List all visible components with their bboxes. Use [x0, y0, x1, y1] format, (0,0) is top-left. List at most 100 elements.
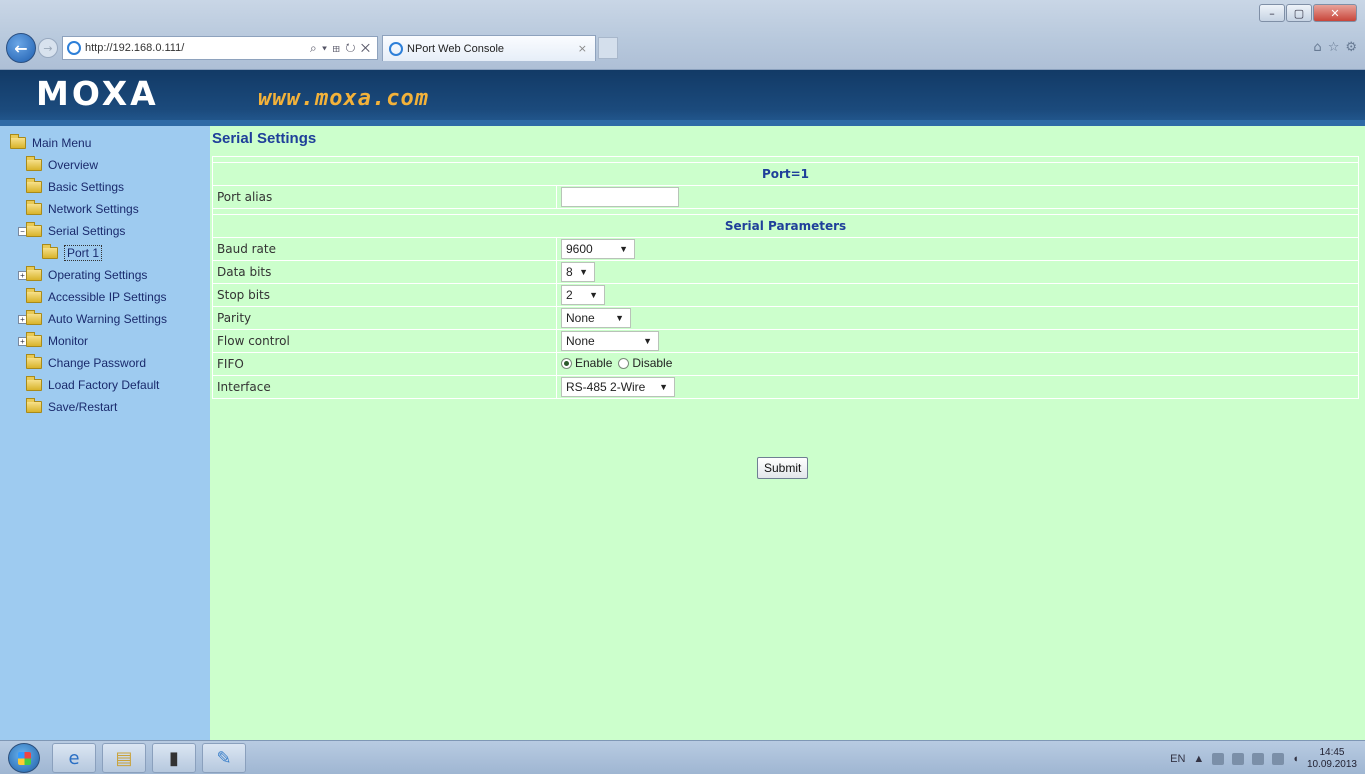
clock[interactable]: 14:45 10.09.2013 [1307, 747, 1357, 771]
menu-label: Change Password [48, 356, 147, 370]
menu-accessible-ip-settings[interactable]: Accessible IP Settings [8, 286, 210, 308]
browser-toolbar-icons: ⌂ ☆ ⚙ [1313, 40, 1357, 55]
dropdown-arrow-icon: ▼ [659, 382, 668, 392]
close-button[interactable]: ✕ [1313, 4, 1357, 22]
stop-bits-label: Stop bits [212, 283, 557, 307]
menu-port-1[interactable]: Port 1 [8, 242, 210, 264]
menu-save-restart[interactable]: Save/Restart [8, 396, 210, 418]
address-url[interactable]: http://192.168.0.111/ [85, 42, 310, 54]
menu-basic-settings[interactable]: Basic Settings [8, 176, 210, 198]
port-alias-input[interactable] [561, 187, 679, 207]
stop-bits-select[interactable]: 2 ▼ [561, 285, 605, 305]
params-header-row: Serial Parameters [212, 214, 1359, 238]
menu-serial-settings[interactable]: − Serial Settings [8, 220, 210, 242]
port-alias-label: Port alias [212, 185, 557, 209]
data-bits-cell: 8 ▼ [556, 260, 1359, 284]
menu-overview[interactable]: Overview [8, 154, 210, 176]
device-icon[interactable] [1252, 753, 1265, 765]
folder-icon [26, 398, 42, 413]
dropdown-arrow-icon: ▼ [615, 313, 624, 323]
flag-icon[interactable] [1232, 753, 1245, 765]
fifo-enable-label[interactable]: Enable [575, 356, 612, 370]
back-button[interactable]: ← [6, 33, 36, 63]
language-indicator[interactable]: EN [1170, 753, 1185, 765]
parity-select[interactable]: None ▼ [561, 308, 631, 328]
baud-rate-row: Baud rate 9600 ▼ [212, 237, 1359, 261]
menu-label: Network Settings [48, 202, 139, 216]
flow-control-cell: None ▼ [556, 329, 1359, 353]
browser-chrome: – ▢ ✕ ← → http://192.168.0.111/ ⌕ ▾ ⊞ ↻ … [0, 0, 1365, 70]
dropdown-arrow-icon: ▼ [589, 290, 598, 300]
flow-control-row: Flow control None ▼ [212, 329, 1359, 353]
interface-select[interactable]: RS-485 2-Wire ▼ [561, 377, 675, 397]
address-tools[interactable]: ⌕ ▾ ⊞ ↻ ✕ [310, 41, 377, 56]
data-bits-select[interactable]: 8 ▼ [561, 262, 595, 282]
submit-button[interactable]: Submit [757, 457, 809, 479]
flow-control-select[interactable]: None ▼ [561, 331, 659, 351]
new-tab-button[interactable] [598, 37, 618, 59]
page-title: Serial Settings [212, 130, 317, 147]
parity-label: Parity [212, 306, 557, 330]
browser-tab[interactable]: NPort Web Console × [382, 35, 596, 61]
maximize-button[interactable]: ▢ [1286, 4, 1312, 22]
menu-label: Save/Restart [48, 400, 118, 414]
menu-network-settings[interactable]: Network Settings [8, 198, 210, 220]
fifo-enable-radio[interactable] [561, 357, 572, 369]
clock-time: 14:45 [1319, 747, 1345, 758]
data-bits-row: Data bits 8 ▼ [212, 260, 1359, 284]
paint-icon[interactable]: ✎ [202, 743, 246, 773]
fifo-label: FIFO [212, 352, 557, 376]
tab-close-icon[interactable]: × [578, 42, 595, 55]
folder-icon [26, 178, 42, 193]
fifo-row: FIFO Enable Disable [212, 352, 1359, 376]
moxa-logo: MOXA [36, 74, 159, 113]
interface-value: RS-485 2-Wire [566, 380, 646, 394]
fifo-disable-label[interactable]: Disable [632, 356, 672, 370]
internet-explorer-icon[interactable]: e [52, 743, 96, 773]
menu-load-factory-default[interactable]: Load Factory Default [8, 374, 210, 396]
baud-rate-select[interactable]: 9600 ▼ [561, 239, 635, 259]
minimize-button[interactable]: – [1259, 4, 1285, 22]
window-controls: – ▢ ✕ [1258, 4, 1357, 22]
address-bar[interactable]: http://192.168.0.111/ ⌕ ▾ ⊞ ↻ ✕ [62, 36, 378, 60]
app-icon[interactable]: ▮ [152, 743, 196, 773]
menu-label: Port 1 [64, 245, 103, 261]
dropdown-arrow-icon: ▼ [579, 267, 588, 277]
parity-value: None [566, 311, 595, 325]
main-menu-tree: Main Menu Overview Basic Settings Networ… [0, 126, 210, 740]
stop-bits-value: 2 [566, 288, 573, 302]
port-header-row: Port=1 [212, 162, 1359, 186]
tab-favicon-icon [389, 41, 403, 56]
baud-rate-cell: 9600 ▼ [556, 237, 1359, 261]
fifo-cell: Enable Disable [556, 352, 1359, 376]
web-page: MOXA www.moxa.com Main Menu Overview Bas… [0, 70, 1365, 740]
volume-icon[interactable]: ◖ [1292, 753, 1299, 765]
forward-button[interactable]: → [38, 38, 58, 58]
start-button[interactable] [8, 743, 40, 773]
file-explorer-icon[interactable]: ▤ [102, 743, 146, 773]
folder-icon [26, 354, 42, 369]
menu-change-password[interactable]: Change Password [8, 352, 210, 374]
fifo-disable-radio[interactable] [618, 357, 630, 369]
minimize-icon: – [1269, 6, 1275, 20]
home-icon[interactable]: ⌂ [1313, 40, 1321, 55]
menu-main[interactable]: Main Menu [8, 132, 210, 154]
interface-row: Interface RS-485 2-Wire ▼ [212, 375, 1359, 399]
system-tray: EN ▲ ◖ 14:45 10.09.2013 [1170, 747, 1357, 771]
folder-open-icon [10, 134, 26, 149]
menu-label: Basic Settings [48, 180, 125, 194]
site-url[interactable]: www.moxa.com [258, 86, 429, 111]
favorites-icon[interactable]: ☆ [1328, 40, 1340, 55]
tools-icon[interactable]: ⚙ [1345, 40, 1357, 55]
network-icon[interactable] [1272, 753, 1285, 765]
menu-label: Auto Warning Settings [48, 312, 167, 326]
menu-operating-settings[interactable]: + Operating Settings [8, 264, 210, 286]
menu-monitor[interactable]: + Monitor [8, 330, 210, 352]
stop-bits-row: Stop bits 2 ▼ [212, 283, 1359, 307]
serial-settings-table: Port=1 Port alias Serial Parameters Baud… [212, 156, 1359, 399]
tray-app-icon[interactable] [1212, 753, 1225, 765]
show-hidden-icons-icon[interactable]: ▲ [1193, 753, 1204, 765]
folder-icon [42, 244, 58, 259]
menu-auto-warning-settings[interactable]: + Auto Warning Settings [8, 308, 210, 330]
folder-open-icon [26, 222, 42, 237]
